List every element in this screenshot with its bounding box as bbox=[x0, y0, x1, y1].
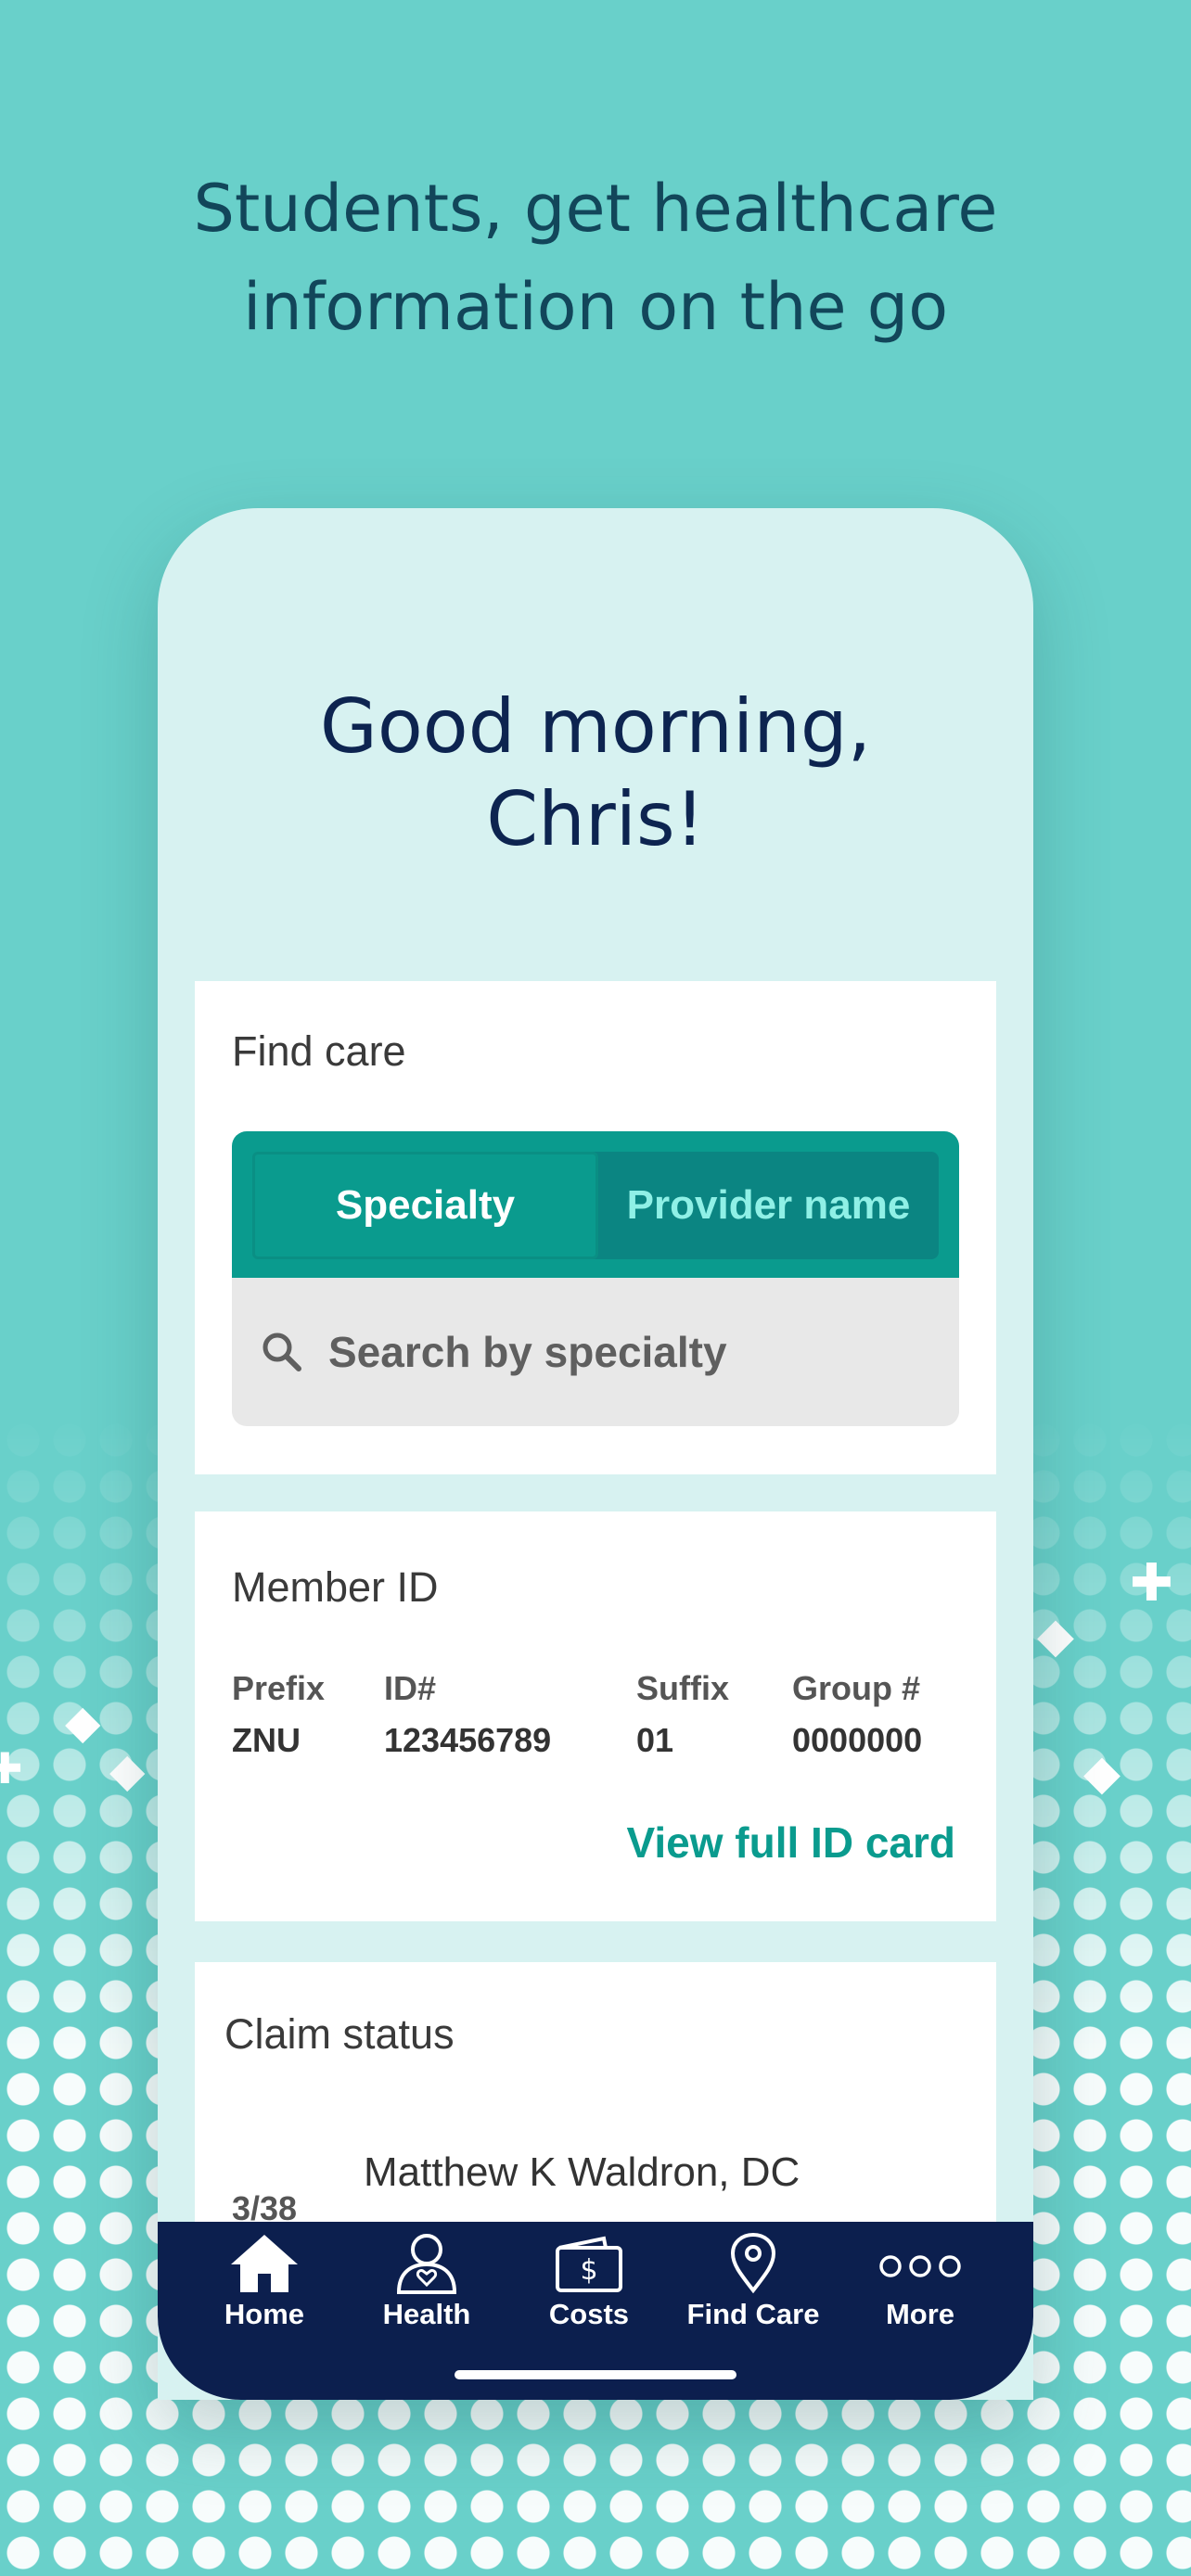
headline-line-2: information on the go bbox=[242, 269, 949, 345]
headline-line-1: Students, get healthcare bbox=[193, 171, 998, 247]
id-group: Group # 0000000 bbox=[792, 1669, 922, 1760]
id-group-label: Group # bbox=[792, 1669, 921, 1707]
greeting: Good morning, Chris! bbox=[158, 681, 1033, 866]
tab-health[interactable]: Health bbox=[343, 2222, 510, 2352]
home-indicator[interactable] bbox=[455, 2370, 736, 2379]
tab-home[interactable]: Home bbox=[181, 2222, 348, 2352]
plus-icon: ✚ bbox=[0, 1743, 23, 1793]
member-id-card: Member ID Prefix ZNU ID# 123456789 Suffi… bbox=[195, 1511, 996, 1921]
id-prefix: Prefix ZNU bbox=[232, 1669, 325, 1760]
find-care-card: Find care Specialty Provider name Search… bbox=[195, 981, 996, 1474]
location-pin-icon bbox=[730, 2232, 776, 2294]
greeting-line-1: Good morning, bbox=[319, 683, 872, 770]
phone-frame: Good morning, Chris! Find care Specialty… bbox=[158, 508, 1033, 2400]
more-dots-icon bbox=[879, 2255, 961, 2277]
tab-find-care-label: Find Care bbox=[686, 2298, 820, 2330]
tab-health-label: Health bbox=[382, 2298, 471, 2330]
id-prefix-label: Prefix bbox=[232, 1669, 326, 1707]
id-group-value: 0000000 bbox=[792, 1721, 923, 1759]
claim-status-title: Claim status bbox=[224, 2010, 455, 2058]
diamond-icon: ◆ bbox=[1037, 1608, 1074, 1664]
id-number-value: 123456789 bbox=[384, 1721, 552, 1759]
bottom-tab-bar: Home Health $ Costs Find Care More bbox=[158, 2222, 1033, 2400]
tab-costs[interactable]: $ Costs bbox=[506, 2222, 672, 2352]
search-placeholder: Search by specialty bbox=[328, 1328, 727, 1376]
tab-specialty[interactable]: Specialty bbox=[252, 1152, 598, 1259]
diamond-icon: ◆ bbox=[65, 1695, 101, 1749]
svg-text:$: $ bbox=[580, 2254, 597, 2287]
id-number-label: ID# bbox=[384, 1669, 437, 1707]
diamond-icon: ◆ bbox=[109, 1743, 146, 1797]
person-heart-icon bbox=[396, 2234, 457, 2294]
id-suffix: Suffix 01 bbox=[636, 1669, 729, 1760]
home-icon bbox=[231, 2235, 298, 2292]
view-full-id-card-link[interactable]: View full ID card bbox=[627, 1817, 955, 1868]
tab-costs-label: Costs bbox=[548, 2298, 630, 2330]
headline: Students, get healthcare information on … bbox=[0, 159, 1191, 356]
id-number: ID# 123456789 bbox=[384, 1669, 551, 1760]
find-care-title: Find care bbox=[232, 1027, 406, 1075]
tab-find-care[interactable]: Find Care bbox=[670, 2222, 837, 2352]
claim-date: 3/38 bbox=[232, 2189, 298, 2222]
greeting-line-2: Chris! bbox=[486, 776, 705, 862]
search-icon bbox=[263, 1333, 301, 1371]
tab-more-label: More bbox=[885, 2298, 955, 2330]
claim-status-card: Claim status 3/38 Matthew K Waldron, DC bbox=[195, 1962, 996, 2222]
plus-icon: ✚ bbox=[1130, 1553, 1173, 1613]
search-type-segmented-control: Specialty Provider name bbox=[232, 1131, 959, 1278]
id-suffix-value: 01 bbox=[636, 1721, 674, 1759]
id-suffix-label: Suffix bbox=[636, 1669, 730, 1707]
wallet-dollar-icon: $ bbox=[556, 2236, 622, 2292]
search-input[interactable]: Search by specialty bbox=[232, 1278, 959, 1426]
id-prefix-value: ZNU bbox=[232, 1721, 301, 1759]
claim-provider[interactable]: Matthew K Waldron, DC bbox=[364, 2149, 800, 2196]
diamond-icon: ◆ bbox=[1083, 1745, 1121, 1801]
member-id-title: Member ID bbox=[232, 1563, 439, 1611]
tab-provider-name[interactable]: Provider name bbox=[598, 1152, 939, 1259]
tab-more[interactable]: More bbox=[837, 2222, 1004, 2352]
tab-home-label: Home bbox=[224, 2298, 305, 2330]
